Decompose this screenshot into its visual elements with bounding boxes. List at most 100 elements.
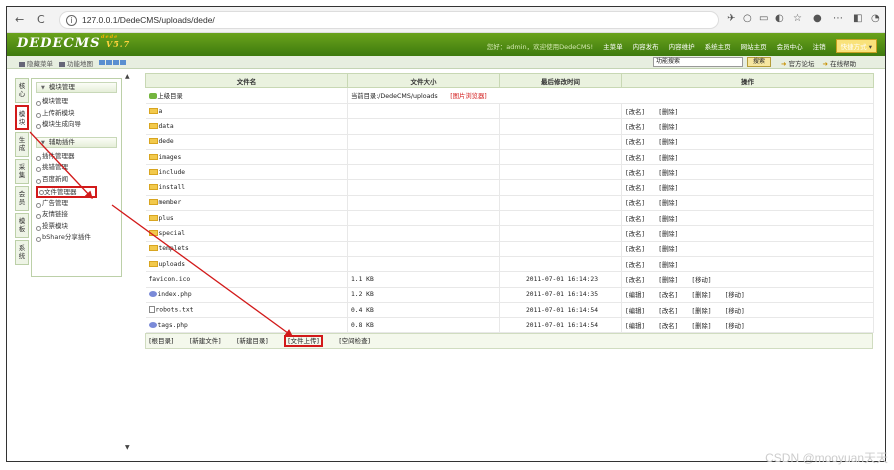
delete-link[interactable]: [删除]: [658, 170, 678, 177]
rename-link[interactable]: [改名]: [625, 185, 645, 192]
file-action-link[interactable]: [改名]: [658, 308, 678, 315]
vtab-template[interactable]: 模板: [15, 213, 29, 238]
dir-name[interactable]: uploads: [145, 256, 348, 273]
menu-group-plugins[interactable]: ▼ 辅助插件: [36, 136, 117, 148]
rename-link[interactable]: [改名]: [625, 155, 645, 162]
delete-link[interactable]: [删除]: [658, 231, 678, 238]
extension-icon[interactable]: ◐: [775, 12, 784, 26]
menu-item[interactable]: 插件管理器: [32, 151, 121, 163]
delete-link[interactable]: [删除]: [658, 200, 678, 207]
file-action-link[interactable]: [删除]: [691, 323, 711, 330]
dir-name[interactable]: templets: [145, 241, 348, 257]
delete-link[interactable]: [删除]: [658, 246, 678, 253]
nav-member-center[interactable]: 会员中心: [777, 41, 803, 51]
rename-link[interactable]: [改名]: [625, 262, 645, 269]
delete-link[interactable]: [删除]: [658, 216, 678, 223]
rename-link[interactable]: [改名]: [625, 139, 645, 146]
quick-menu-button[interactable]: 快捷方式 ▾: [835, 39, 877, 53]
file-name[interactable]: index.php: [145, 287, 348, 303]
dir-name[interactable]: install: [145, 179, 348, 196]
menu-item[interactable]: 广告管理: [32, 198, 121, 210]
file-action-link[interactable]: [删除]: [691, 292, 711, 299]
edge-icon[interactable]: ◔: [871, 12, 880, 26]
nav-maintain[interactable]: 内容维护: [669, 41, 695, 51]
file-action-link[interactable]: [改名]: [658, 323, 678, 330]
file-action-link[interactable]: [编辑]: [625, 292, 645, 299]
delete-link[interactable]: [删除]: [658, 155, 678, 162]
dir-name[interactable]: images: [145, 149, 348, 166]
vtab-module[interactable]: 模块: [15, 105, 29, 130]
layout-icons[interactable]: [99, 59, 127, 67]
file-upload-link[interactable]: [文件上传]: [283, 335, 324, 348]
new-dir-link[interactable]: [新建目录]: [237, 337, 268, 345]
sidebar-toggle-icon[interactable]: ◧: [853, 12, 862, 26]
file-action-link[interactable]: [移动]: [725, 323, 745, 330]
hide-menu-button[interactable]: 隐藏菜单: [19, 58, 53, 68]
file-action-link[interactable]: [移动]: [691, 277, 711, 284]
dir-name[interactable]: special: [145, 225, 348, 242]
profile-icon[interactable]: ●: [813, 12, 822, 26]
menu-item[interactable]: 百度新闻: [32, 174, 121, 186]
menu-item[interactable]: 挑错管理: [32, 162, 121, 174]
dir-name[interactable]: include: [145, 164, 348, 181]
menu-item[interactable]: 模块生成向导: [32, 119, 121, 131]
image-browser-link[interactable]: [图片浏览器]: [450, 93, 486, 100]
feature-search-input[interactable]: 功能搜索: [653, 57, 743, 67]
address-bar[interactable]: i 127.0.0.1/DedeCMS/uploads/dede/: [59, 11, 719, 29]
vtab-system[interactable]: 系统: [15, 240, 29, 265]
bird-icon[interactable]: ✈: [727, 12, 735, 26]
file-name[interactable]: robots.txt: [145, 302, 348, 319]
menu-item[interactable]: 友情链接: [32, 209, 121, 221]
nav-system-home[interactable]: 系统主页: [705, 41, 731, 51]
parent-dir-link[interactable]: 上级目录: [145, 87, 348, 104]
space-check-link[interactable]: [空间检查]: [339, 337, 370, 345]
file-action-link[interactable]: [移动]: [725, 308, 745, 315]
nav-main-menu[interactable]: 主菜单: [603, 41, 623, 51]
file-action-link[interactable]: [删除]: [658, 277, 678, 284]
root-dir-link[interactable]: [根目录]: [149, 337, 174, 345]
dir-name[interactable]: a: [145, 103, 348, 120]
forum-link[interactable]: ➜ 官方论坛: [781, 58, 815, 68]
back-icon[interactable]: ←: [15, 13, 24, 27]
vtab-core[interactable]: 核心: [15, 78, 29, 103]
rename-link[interactable]: [改名]: [625, 231, 645, 238]
file-action-link[interactable]: [删除]: [691, 308, 711, 315]
rename-link[interactable]: [改名]: [625, 124, 645, 131]
feature-map-button[interactable]: 功能地图: [59, 58, 93, 68]
rename-link[interactable]: [改名]: [625, 170, 645, 177]
vtab-generate[interactable]: 生成: [15, 132, 29, 157]
dir-name[interactable]: member: [145, 195, 348, 212]
nav-logout[interactable]: 注销: [813, 41, 826, 51]
file-action-link[interactable]: [移动]: [725, 292, 745, 299]
scrollbar[interactable]: ▲ ▼: [124, 73, 132, 451]
nav-site-home[interactable]: 网站主页: [741, 41, 767, 51]
search-button[interactable]: 搜索: [747, 57, 771, 67]
rename-link[interactable]: [改名]: [625, 200, 645, 207]
favorites-icon[interactable]: ☆: [793, 12, 802, 26]
delete-link[interactable]: [删除]: [658, 185, 678, 192]
file-action-link[interactable]: [编辑]: [625, 323, 645, 330]
delete-link[interactable]: [删除]: [658, 124, 678, 131]
delete-link[interactable]: [删除]: [658, 109, 678, 116]
rename-link[interactable]: [改名]: [625, 216, 645, 223]
file-action-link[interactable]: [改名]: [658, 292, 678, 299]
reader-icon[interactable]: ▭: [759, 12, 768, 26]
dir-name[interactable]: data: [145, 118, 348, 135]
vtab-member[interactable]: 会员: [15, 186, 29, 211]
more-icon[interactable]: ⋯: [833, 12, 843, 26]
file-action-link[interactable]: [编辑]: [625, 308, 645, 315]
rename-link[interactable]: [改名]: [625, 109, 645, 116]
file-action-link[interactable]: [改名]: [625, 277, 645, 284]
menu-item[interactable]: 模块管理: [32, 96, 121, 108]
file-name[interactable]: tags.php: [145, 317, 348, 334]
delete-link[interactable]: [删除]: [658, 262, 678, 269]
menu-item[interactable]: bShare分享插件: [32, 232, 121, 244]
vtab-collect[interactable]: 采集: [15, 159, 29, 184]
dir-name[interactable]: plus: [145, 210, 348, 227]
menu-item[interactable]: 上传新模块: [32, 108, 121, 120]
help-link[interactable]: ➜ 在线帮助: [823, 58, 857, 68]
file-name[interactable]: favicon.ico: [145, 271, 348, 288]
new-file-link[interactable]: [新建文件]: [190, 337, 221, 345]
menu-group-module[interactable]: ▼ 模块管理: [36, 82, 117, 93]
menu-item-file-manager[interactable]: 文件管理器: [36, 185, 97, 198]
